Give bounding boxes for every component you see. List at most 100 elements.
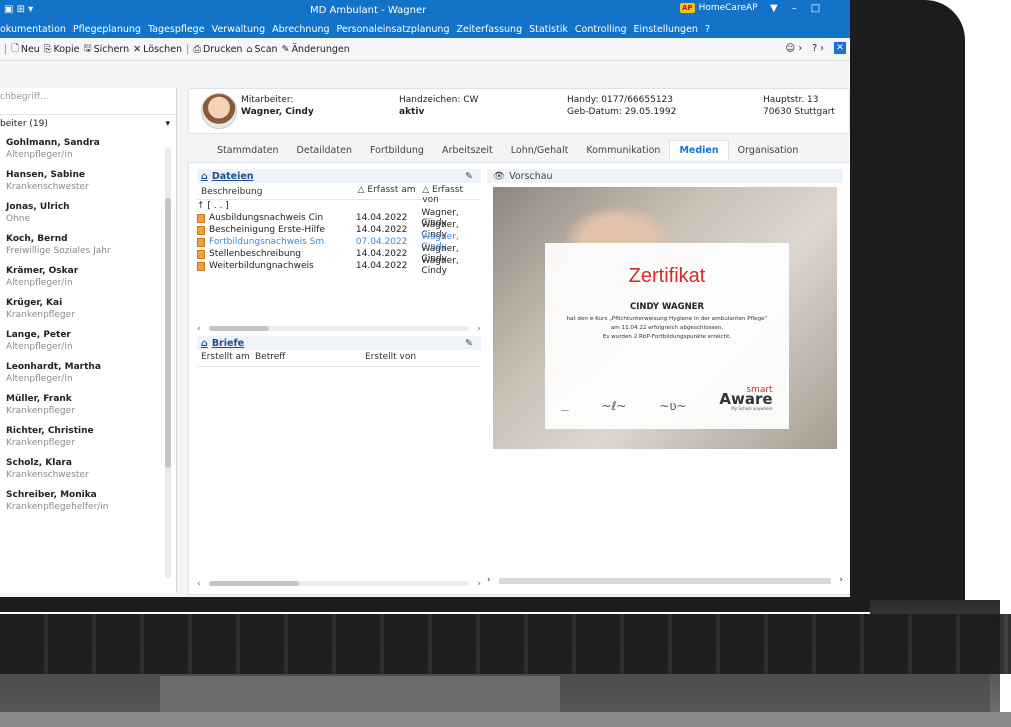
save-icon: 🖫 (83, 43, 92, 54)
scrollbar-thumb[interactable] (209, 326, 269, 331)
list-item[interactable]: Hansen, Sabine Krankenschwester (0, 165, 176, 197)
staff-sidebar: chbegriff... beiter (19) ▾ Gohlmann, Sand… (0, 88, 177, 593)
letters-section-header[interactable]: ⌂ Briefe ✎ (197, 336, 481, 350)
scrollbar-thumb[interactable] (209, 581, 299, 586)
tab-medien[interactable]: Medien (669, 140, 729, 160)
print-icon: ⎙ (193, 43, 201, 55)
new-button[interactable]: 🗋 Neu (11, 41, 40, 57)
menu-item[interactable]: Einstellungen (634, 24, 698, 35)
changes-button[interactable]: ✎ Änderungen (282, 44, 350, 55)
file-icon (197, 213, 205, 223)
scrollbar-thumb[interactable] (165, 198, 171, 468)
copy-icon: ⎘ (43, 43, 52, 55)
changes-icon: ✎ (281, 43, 290, 55)
list-item[interactable]: Krüger, Kai Krankenpfleger (0, 293, 176, 325)
chevron-right-icon[interactable]: › (839, 575, 843, 585)
menu-item[interactable]: Zeiterfassung (457, 24, 523, 35)
edit-icon[interactable]: ✎ (465, 338, 473, 349)
list-item[interactable]: Richter, Christine Krankenpfleger (0, 421, 176, 453)
status-value: aktiv (399, 107, 425, 117)
menu-item[interactable]: Pflegeplanung (73, 24, 141, 35)
window-controls: ▼ – □ (770, 3, 820, 14)
letters-column-header: Erstellt am Betreff Erstellt von (197, 350, 481, 367)
menu-item[interactable]: Personaleinsatzplanung (337, 24, 450, 35)
close-panel-button[interactable]: ✕ (834, 42, 846, 54)
list-item[interactable]: Schreiber, Monika Krankenpflegehelfer/in (0, 485, 176, 517)
copy-button[interactable]: ⎘ Kopie (44, 44, 80, 55)
list-item[interactable]: Müller, Frank Krankenpfleger (0, 389, 176, 421)
certificate-title: Zertifikat (628, 265, 706, 287)
chevron-right-icon[interactable]: › (477, 579, 481, 589)
list-item[interactable]: Gohlmann, Sandra Altenpfleger/in (0, 133, 176, 165)
smiley-icon[interactable]: ☺ › (785, 43, 802, 54)
preview-hscrollbar[interactable]: ‹ › (487, 575, 843, 585)
minimize-icon[interactable]: – (792, 3, 797, 14)
signature-1: ~ℓ~ (601, 399, 627, 413)
list-item[interactable]: Scholz, Klara Krankenschwester (0, 453, 176, 485)
edit-icon[interactable]: ✎ (465, 171, 473, 182)
preview-header: 👁 Vorschau (487, 169, 843, 183)
tab-arbeitszeit[interactable]: Arbeitszeit (433, 141, 502, 160)
initials-label: Handzeichen: CW (399, 95, 479, 105)
tab-detaildaten[interactable]: Detaildaten (288, 141, 361, 160)
table-row[interactable]: Weiterbildungnachweis 14.04.2022 Wagner, C… (197, 256, 481, 276)
list-item[interactable]: Koch, Bernd Freiwillige Soziales Jahr (0, 229, 176, 261)
chevron-left-icon[interactable]: ‹ (197, 324, 201, 334)
files-pane: ⌂ Dateien ✎ Beschreibung △ Erfasst am △ Er… (197, 169, 481, 589)
chevron-left-icon[interactable]: ‹ (487, 575, 491, 585)
app-window: ▣ ⊞ ▾ MD Ambulant - Wagner AP HomeCareAP… (0, 0, 850, 597)
maximize-icon[interactable]: □ (811, 3, 820, 14)
scan-button[interactable]: ⌂ Scan (246, 44, 277, 55)
files-section-header[interactable]: ⌂ Dateien ✎ (197, 169, 481, 183)
menu-item[interactable]: Abrechnung (272, 24, 329, 35)
smartaware-logo: smart Aware My School anywhere (719, 385, 773, 412)
tab-organisation[interactable]: Organisation (729, 141, 808, 160)
menu-item[interactable]: Controlling (575, 24, 627, 35)
filter-icon[interactable]: ▼ (770, 3, 778, 14)
delete-button[interactable]: ✕ Löschen (133, 44, 182, 55)
tab-stammdaten[interactable]: Stammdaten (208, 141, 288, 160)
print-button[interactable]: ⎙ Drucken (193, 44, 242, 55)
menu-item[interactable]: Statistik (529, 24, 568, 35)
file-icon (197, 225, 205, 235)
file-icon (197, 249, 205, 259)
letters-hscrollbar[interactable]: ‹ › (197, 579, 481, 589)
menu-item[interactable]: Tagespflege (148, 24, 205, 35)
title-bar: ▣ ⊞ ▾ MD Ambulant - Wagner AP HomeCareAP… (0, 0, 850, 20)
quick-access-icons[interactable]: ▣ ⊞ ▾ (4, 4, 33, 15)
certificate-card: Zertifikat CINDY WAGNER hat den e-Kurs „… (545, 243, 789, 429)
preview-pane: 👁 Vorschau Zertifikat CINDY WAGNER hat de… (487, 169, 843, 589)
keyboard-keys (0, 614, 1011, 674)
dropdown-icon: ▾ (165, 119, 170, 129)
eye-icon: 👁 (493, 170, 506, 182)
tab-kommunikation[interactable]: Kommunikation (577, 141, 669, 160)
tab-lohn-gehalt[interactable]: Lohn/Gehalt (502, 141, 578, 160)
sidebar-scrollbar[interactable] (165, 148, 171, 578)
list-item[interactable]: Jonas, Ulrich Ohne (0, 197, 176, 229)
list-item[interactable]: Lange, Peter Altenpfleger/in (0, 325, 176, 357)
help-icon[interactable]: ? › (812, 43, 824, 54)
window-title: MD Ambulant - Wagner (310, 5, 427, 16)
tab-fortbildung[interactable]: Fortbildung (361, 141, 433, 160)
brand-button[interactable]: AP HomeCareAP (680, 3, 758, 13)
brand-badge: AP (680, 3, 695, 13)
main-panel: Mitarbeiter: Wagner, Cindy Handzeichen: C… (188, 88, 850, 595)
search-input[interactable]: chbegriff... (0, 88, 176, 115)
staff-group-header[interactable]: beiter (19) ▾ (0, 115, 176, 133)
employee-name: Wagner, Cindy (241, 107, 314, 117)
save-button[interactable]: 🖫 Sichern (84, 41, 130, 57)
phone-label: Handy: 0177/66655123 (567, 95, 674, 105)
employee-header: Mitarbeiter: Wagner, Cindy Handzeichen: C… (188, 88, 850, 134)
brand-name: HomeCareAP (698, 3, 758, 13)
menu-item[interactable]: okumentation (0, 24, 66, 35)
chevron-right-icon[interactable]: › (477, 324, 481, 334)
tab-content: ⌂ Dateien ✎ Beschreibung △ Erfasst am △ Er… (188, 162, 850, 595)
birthdate-label: Geb-Datum: 29.05.1992 (567, 107, 677, 117)
chevron-left-icon[interactable]: ‹ (197, 579, 201, 589)
menu-item[interactable]: ? (705, 24, 710, 35)
files-hscrollbar[interactable]: ‹ › (197, 324, 481, 334)
list-item[interactable]: Krämer, Oskar Altenpfleger/in (0, 261, 176, 293)
certificate-preview-image: Zertifikat CINDY WAGNER hat den e-Kurs „… (493, 187, 837, 449)
list-item[interactable]: Leonhardt, Martha Altenpfleger/in (0, 357, 176, 389)
menu-item[interactable]: Verwaltung (212, 24, 266, 35)
